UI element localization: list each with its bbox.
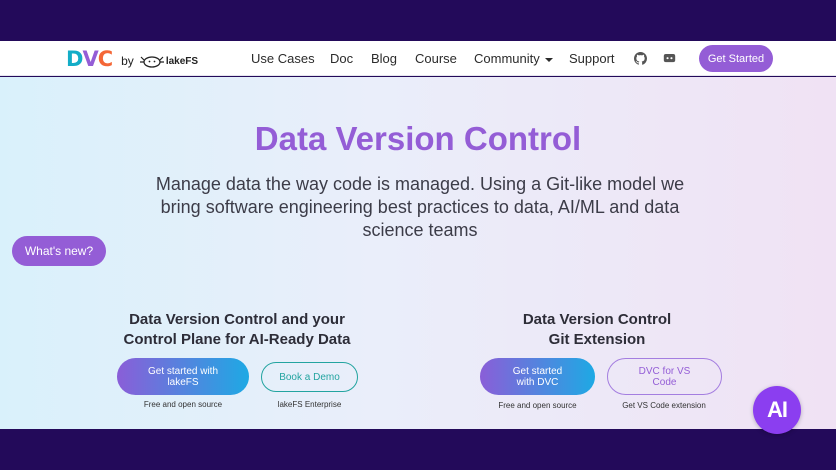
caret-down-icon <box>544 57 553 62</box>
lakefs-secondary-caption: lakeFS Enterprise <box>277 400 342 409</box>
dvc-title-line-1: Data Version Control <box>522 311 672 328</box>
lakefs-title-line-1: Data Version Control and your <box>129 311 345 328</box>
hero-section: Data Version Control Manage data the way… <box>0 77 836 429</box>
top-dark-band <box>0 0 836 41</box>
hero-title: Data Version Control <box>254 120 582 157</box>
lakefs-primary-caption: Free and open source <box>143 400 223 409</box>
dvc-column-title: Data Version Control Git Extension <box>470 310 724 350</box>
get-started-dvc-button[interactable]: Get started with DVC <box>480 358 595 395</box>
nav-doc[interactable]: Doc <box>330 51 353 66</box>
logo-by-text: by <box>121 54 134 68</box>
ai-assistant-button[interactable]: AI <box>753 386 801 434</box>
get-started-lakefs-button[interactable]: Get started with lakeFS <box>117 358 249 395</box>
nav-community[interactable]: Community <box>474 51 553 66</box>
nav-support[interactable]: Support <box>569 51 615 66</box>
dvc-primary-caption: Free and open source <box>498 401 577 410</box>
nav-course[interactable]: Course <box>415 51 457 66</box>
dvc-logo: DVC <box>66 46 113 71</box>
discord-icon[interactable] <box>663 52 676 65</box>
get-started-button[interactable]: Get Started <box>699 45 773 72</box>
book-demo-button[interactable]: Book a Demo <box>261 362 358 392</box>
lakefs-column-title: Data Version Control and your Control Pl… <box>100 310 374 350</box>
github-icon[interactable] <box>634 52 647 65</box>
ai-badge-label: AI <box>767 397 788 422</box>
dvc-title-line-2: Git Extension <box>548 331 646 348</box>
lakefs-logo-text: lakeFS <box>165 56 199 67</box>
navbar: DVC by lakeFS Use Cases Doc Blog Course … <box>0 41 836 76</box>
dvc-secondary-caption: Get VS Code extension <box>622 401 706 410</box>
lakefs-title-line-2: Control Plane for AI-Ready Data <box>123 331 351 348</box>
nav-blog[interactable]: Blog <box>371 51 397 66</box>
nav-community-label: Community <box>474 51 540 66</box>
axolotl-icon <box>139 55 164 68</box>
bottom-dark-band <box>0 429 836 470</box>
dvc-vscode-button[interactable]: DVC for VS Code <box>607 358 722 395</box>
hero-subtitle: Manage data the way code is managed. Usi… <box>155 174 685 240</box>
logo[interactable]: DVC by lakeFS <box>66 48 198 70</box>
nav-use-cases[interactable]: Use Cases <box>251 51 315 66</box>
whats-new-button[interactable]: What's new? <box>12 236 106 266</box>
